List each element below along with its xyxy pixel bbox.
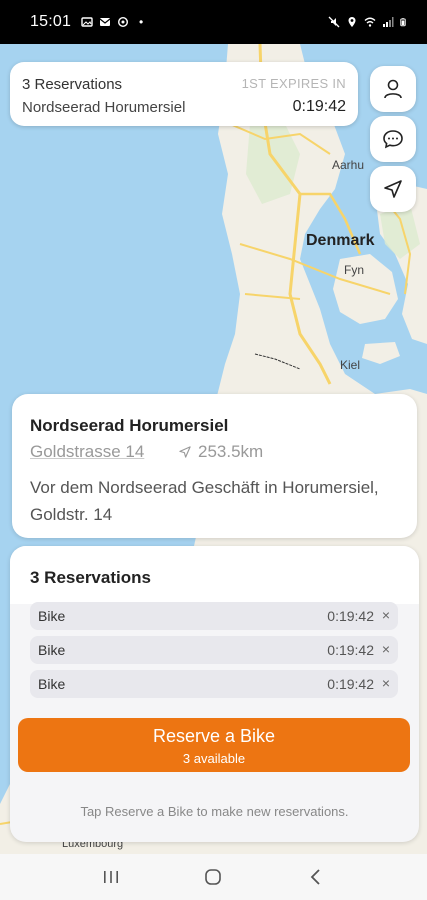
station-description: Vor dem Nordseerad Geschäft in Horumersi… xyxy=(30,478,379,524)
status-notification-icons: • xyxy=(81,15,143,29)
mute-icon xyxy=(328,16,340,28)
reservation-item[interactable]: Bike 0:19:42 × xyxy=(30,670,398,698)
reservation-timer: 0:19:42 xyxy=(327,642,374,658)
chat-button[interactable] xyxy=(370,116,416,162)
station-distance: 253.5km xyxy=(178,442,263,462)
station-address-link[interactable]: Goldstrasse 14 xyxy=(30,442,144,462)
location-icon xyxy=(348,17,356,27)
map-label-denmark: Denmark xyxy=(306,232,375,249)
map-label-kiel: Kiel xyxy=(340,358,361,372)
map-label-aarhus: Aarhu xyxy=(332,158,365,172)
reservation-item[interactable]: Bike 0:19:42 × xyxy=(30,602,398,630)
reservation-timer: 0:19:42 xyxy=(327,676,374,692)
reserve-bike-button[interactable]: Reserve a Bike 3 available xyxy=(18,718,410,772)
close-icon[interactable]: × xyxy=(382,675,390,691)
reservations-title: 3 Reservations xyxy=(30,568,151,587)
reservations-list: Bike 0:19:42 × Bike 0:19:42 × Bike 0:19:… xyxy=(30,602,398,698)
system-nav-bar xyxy=(0,854,427,900)
status-time: 15:01 xyxy=(30,13,72,30)
wifi-icon xyxy=(364,17,376,27)
mail-icon xyxy=(99,18,111,26)
reservation-summary-card[interactable]: 3 Reservations Nordseerad Horumersiel 1S… xyxy=(10,62,358,126)
home-icon xyxy=(205,869,222,885)
status-system-icons xyxy=(328,16,409,28)
back-icon xyxy=(310,869,320,885)
map-label-fyn: Fyn xyxy=(344,263,365,277)
profile-button[interactable] xyxy=(370,66,416,112)
battery-icon xyxy=(400,18,406,27)
locate-button[interactable] xyxy=(370,166,416,212)
close-icon[interactable]: × xyxy=(382,641,390,657)
station-distance-value: 253.5km xyxy=(198,442,264,461)
reservation-timer: 0:19:42 xyxy=(327,608,374,624)
expires-timer: 0:19:42 xyxy=(292,98,346,115)
reservation-hint: Tap Reserve a Bike to make new reservati… xyxy=(80,804,349,819)
recent-apps-button[interactable] xyxy=(91,862,131,892)
dot-icon: • xyxy=(139,15,144,29)
close-icon[interactable]: × xyxy=(382,607,390,623)
image-icon xyxy=(81,17,93,27)
user-icon xyxy=(384,79,402,99)
station-card[interactable]: Nordseerad Horumersiel Goldstrasse 14 25… xyxy=(12,394,417,538)
summary-title: 3 Reservations xyxy=(22,76,123,93)
reservation-label: Bike xyxy=(38,608,66,624)
reservation-label: Bike xyxy=(38,676,66,692)
chat-bubble-icon xyxy=(383,130,403,149)
sync-icon xyxy=(118,16,129,28)
reserve-button-available: 3 available xyxy=(182,751,246,766)
navigation-arrow-icon xyxy=(384,180,402,198)
status-bar: 15:01 • xyxy=(0,0,427,44)
reservation-label: Bike xyxy=(38,642,66,658)
expires-label: 1ST EXPIRES IN xyxy=(241,76,346,91)
navigation-arrow-icon xyxy=(179,446,191,458)
signal-icon xyxy=(383,17,394,27)
station-name: Nordseerad Horumersiel xyxy=(30,416,229,435)
reserve-button-label: Reserve a Bike xyxy=(152,726,276,746)
home-button[interactable] xyxy=(193,862,233,892)
summary-station: Nordseerad Horumersiel xyxy=(22,99,186,116)
reservations-sheet: 3 Reservations Bike 0:19:42 × Bike 0:19:… xyxy=(10,546,419,842)
reservation-item[interactable]: Bike 0:19:42 × xyxy=(30,636,398,664)
back-button[interactable] xyxy=(296,862,336,892)
recent-apps-icon xyxy=(104,871,119,883)
